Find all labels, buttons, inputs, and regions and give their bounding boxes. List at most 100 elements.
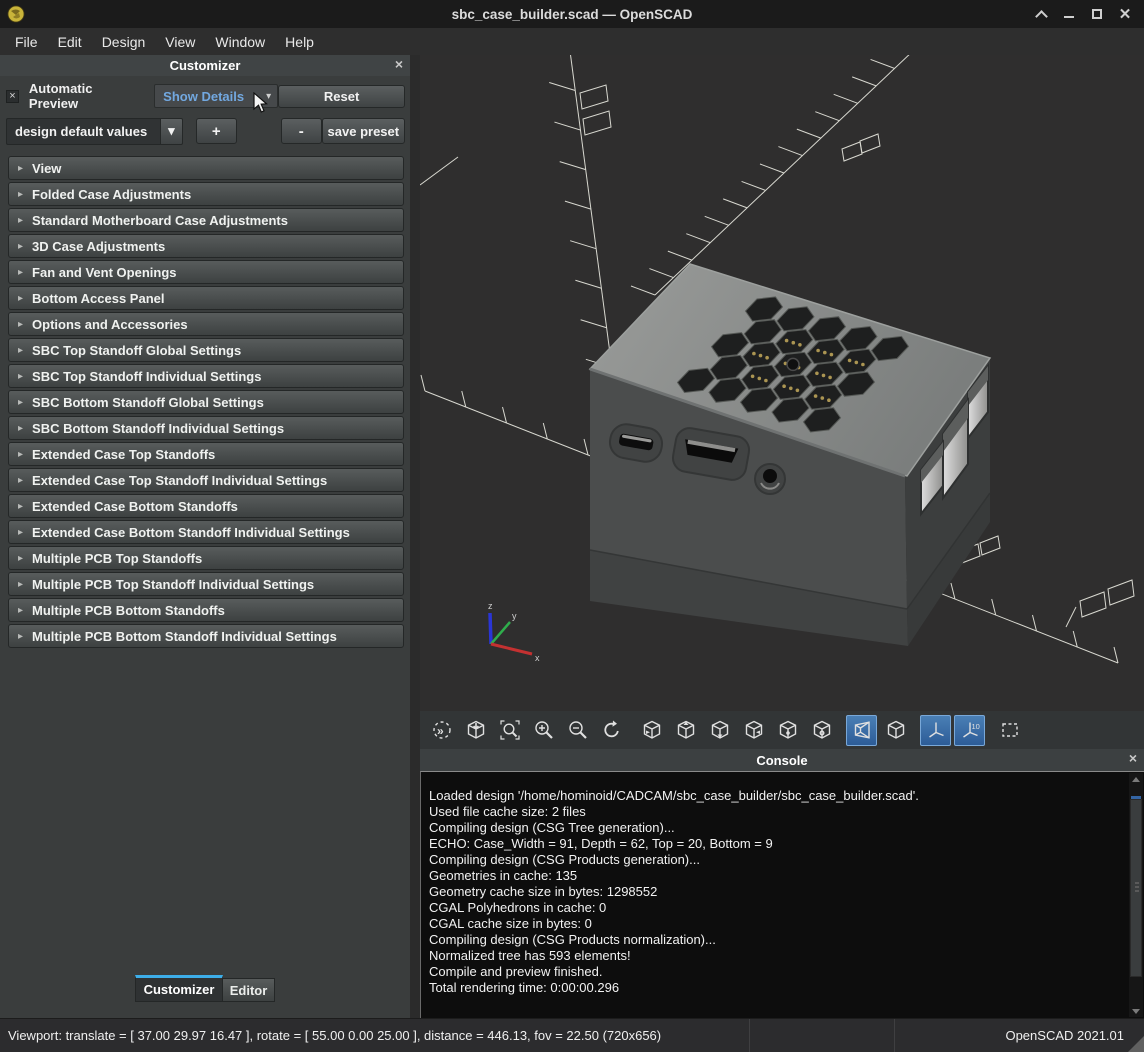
view-bottom-button[interactable] — [704, 715, 735, 746]
3d-viewport[interactable]: z y x — [420, 55, 1144, 711]
view-top-button[interactable] — [670, 715, 701, 746]
view-left-button[interactable] — [738, 715, 769, 746]
section-sbc-top-standoff-individual-settings[interactable]: ▸SBC Top Standoff Individual Settings — [8, 364, 404, 388]
preset-dropdown-value: design default values — [6, 118, 160, 145]
section-multiple-pcb-top-standoff-individual-settings[interactable]: ▸Multiple PCB Top Standoff Individual Se… — [8, 572, 404, 596]
preset-dropdown[interactable]: design default values ▾ — [6, 118, 183, 145]
title-bar: sbc_case_builder.scad — OpenSCAD ✕ — [0, 0, 1144, 28]
section-bottom-access-panel[interactable]: ▸Bottom Access Panel — [8, 286, 404, 310]
zoom-in-button[interactable] — [528, 715, 559, 746]
orthogonal-icon — [885, 719, 907, 741]
view-front-button[interactable] — [772, 715, 803, 746]
section-label: Standard Motherboard Case Adjustments — [32, 213, 288, 228]
customizer-close-icon[interactable]: × — [395, 57, 403, 71]
show-scale-markers-button[interactable]: 10 — [954, 715, 985, 746]
scroll-up-icon[interactable] — [1129, 773, 1143, 785]
console-log: Loaded design '/home/hominoid/CADCAM/sbc… — [420, 771, 1144, 1018]
section-3d-case-adjustments[interactable]: ▸3D Case Adjustments — [8, 234, 404, 258]
menu-design[interactable]: Design — [92, 31, 156, 53]
reset-button[interactable]: Reset — [278, 85, 405, 108]
section-label: Extended Case Bottom Standoff Individual… — [32, 525, 350, 540]
console-line: ECHO: Case_Width = 91, Depth = 62, Top =… — [429, 836, 1122, 852]
show-axes-button[interactable] — [920, 715, 951, 746]
section-extended-case-bottom-standoff-individual-settings[interactable]: ▸ Extended Case Bottom Standoff Individua… — [8, 520, 404, 544]
zoom-out-button[interactable] — [562, 715, 593, 746]
automatic-preview-checkbox[interactable]: × — [6, 90, 19, 103]
details-dropdown[interactable]: Show Details ▾ — [154, 84, 278, 108]
section-label: 3D Case Adjustments — [32, 239, 165, 254]
section-label: SBC Bottom Standoff Global Settings — [32, 395, 264, 410]
section-label: SBC Top Standoff Individual Settings — [32, 369, 261, 384]
menu-help[interactable]: Help — [275, 31, 324, 53]
chevron-right-icon: ▸ — [18, 397, 23, 408]
resize-grip[interactable] — [1128, 1036, 1144, 1052]
console-line: CGAL Polyhedrons in cache: 0 — [429, 900, 1122, 916]
customizer-panel: Customizer × × Automatic Preview Show De… — [0, 55, 410, 1018]
viewport-status-text: Viewport: translate = [ 37.00 29.97 16.4… — [0, 1019, 750, 1052]
view-left-icon — [743, 719, 765, 741]
menu-file[interactable]: File — [5, 31, 48, 53]
show-scale-markers-icon: 10 — [959, 719, 981, 741]
section-multiple-pcb-bottom-standoff-individual-settings[interactable]: ▸Multiple PCB Bottom Standoff Individual… — [8, 624, 404, 648]
status-bar: Viewport: translate = [ 37.00 29.97 16.4… — [0, 1018, 1144, 1052]
console-header: Console × — [420, 749, 1144, 771]
svg-text:»: » — [437, 724, 444, 738]
console-line: Used file cache size: 2 files — [429, 804, 1122, 820]
menu-edit[interactable]: Edit — [48, 31, 92, 53]
reset-view-icon — [601, 719, 623, 741]
section-standard-motherboard-case-adjustments[interactable]: ▸Standard Motherboard Case Adjustments — [8, 208, 404, 232]
section-sbc-top-standoff-global-settings[interactable]: ▸SBC Top Standoff Global Settings — [8, 338, 404, 362]
chevron-right-icon: ▸ — [18, 605, 23, 616]
section-multiple-pcb-bottom-standoffs[interactable]: ▸Multiple PCB Bottom Standoffs — [8, 598, 404, 622]
menu-window[interactable]: Window — [205, 31, 275, 53]
case-model — [590, 264, 990, 646]
section-label: Bottom Access Panel — [32, 291, 164, 306]
chevron-right-icon: ▸ — [18, 579, 23, 590]
section-fan-and-vent-openings[interactable]: ▸Fan and Vent Openings — [8, 260, 404, 284]
chevron-down-icon: ▾ — [266, 91, 271, 102]
show-crosshairs-button[interactable] — [994, 715, 1025, 746]
view-top-icon — [675, 719, 697, 741]
status-spacer — [750, 1019, 895, 1052]
console-line: Normalized tree has 593 elements! — [429, 948, 1122, 964]
save-preset-button[interactable]: save preset — [322, 118, 405, 144]
section-folded-case-adjustments[interactable]: ▸Folded Case Adjustments — [8, 182, 404, 206]
console-close-icon[interactable]: × — [1129, 751, 1137, 765]
add-preset-button[interactable]: + — [196, 118, 237, 144]
section-view[interactable]: ▸View — [8, 156, 404, 180]
section-extended-case-bottom-standoffs[interactable]: ▸Extended Case Bottom Standoffs — [8, 494, 404, 518]
orthogonal-button[interactable] — [880, 715, 911, 746]
section-extended-case-top-standoff-individual-settings[interactable]: ▸Extended Case Top Standoff Individual S… — [8, 468, 404, 492]
chevron-right-icon: ▸ — [18, 189, 23, 200]
chevron-right-icon: ▸ — [18, 527, 23, 538]
menu-view[interactable]: View — [155, 31, 205, 53]
view-right-button[interactable] — [636, 715, 667, 746]
remove-preset-button[interactable]: - — [281, 118, 322, 144]
view-all-button[interactable] — [494, 715, 525, 746]
section-sbc-bottom-standoff-global-settings[interactable]: ▸ SBC Bottom Standoff Global Settings — [8, 390, 404, 414]
console-scrollbar[interactable] — [1129, 773, 1143, 1017]
render-button[interactable] — [460, 715, 491, 746]
scroll-down-icon[interactable] — [1129, 1005, 1143, 1017]
customizer-title: Customizer — [170, 58, 241, 73]
minimize-button[interactable] — [1062, 7, 1076, 21]
tab-editor[interactable]: Editor — [223, 978, 275, 1002]
section-extended-case-top-standoffs[interactable]: ▸Extended Case Top Standoffs — [8, 442, 404, 466]
panel-splitter[interactable] — [410, 55, 420, 1018]
animate-button[interactable]: » — [426, 715, 457, 746]
view-back-button[interactable] — [806, 715, 837, 746]
tab-customizer[interactable]: Customizer — [135, 975, 223, 1002]
scrollbar-thumb[interactable] — [1130, 799, 1142, 977]
close-button[interactable]: ✕ — [1118, 7, 1132, 21]
shade-button[interactable] — [1034, 7, 1048, 21]
z-axis-label: z — [488, 601, 493, 611]
section-sbc-bottom-standoff-individual-settings[interactable]: ▸SBC Bottom Standoff Individual Settings — [8, 416, 404, 440]
section-multiple-pcb-top-standoffs[interactable]: ▸Multiple PCB Top Standoffs — [8, 546, 404, 570]
section-options-and-accessories[interactable]: ▸Options and Accessories — [8, 312, 404, 336]
automatic-preview-label: Automatic Preview — [29, 81, 144, 111]
maximize-button[interactable] — [1090, 7, 1104, 21]
perspective-icon — [851, 719, 873, 741]
axis-gizmo: z y x — [488, 601, 540, 663]
reset-view-button[interactable] — [596, 715, 627, 746]
perspective-button[interactable] — [846, 715, 877, 746]
